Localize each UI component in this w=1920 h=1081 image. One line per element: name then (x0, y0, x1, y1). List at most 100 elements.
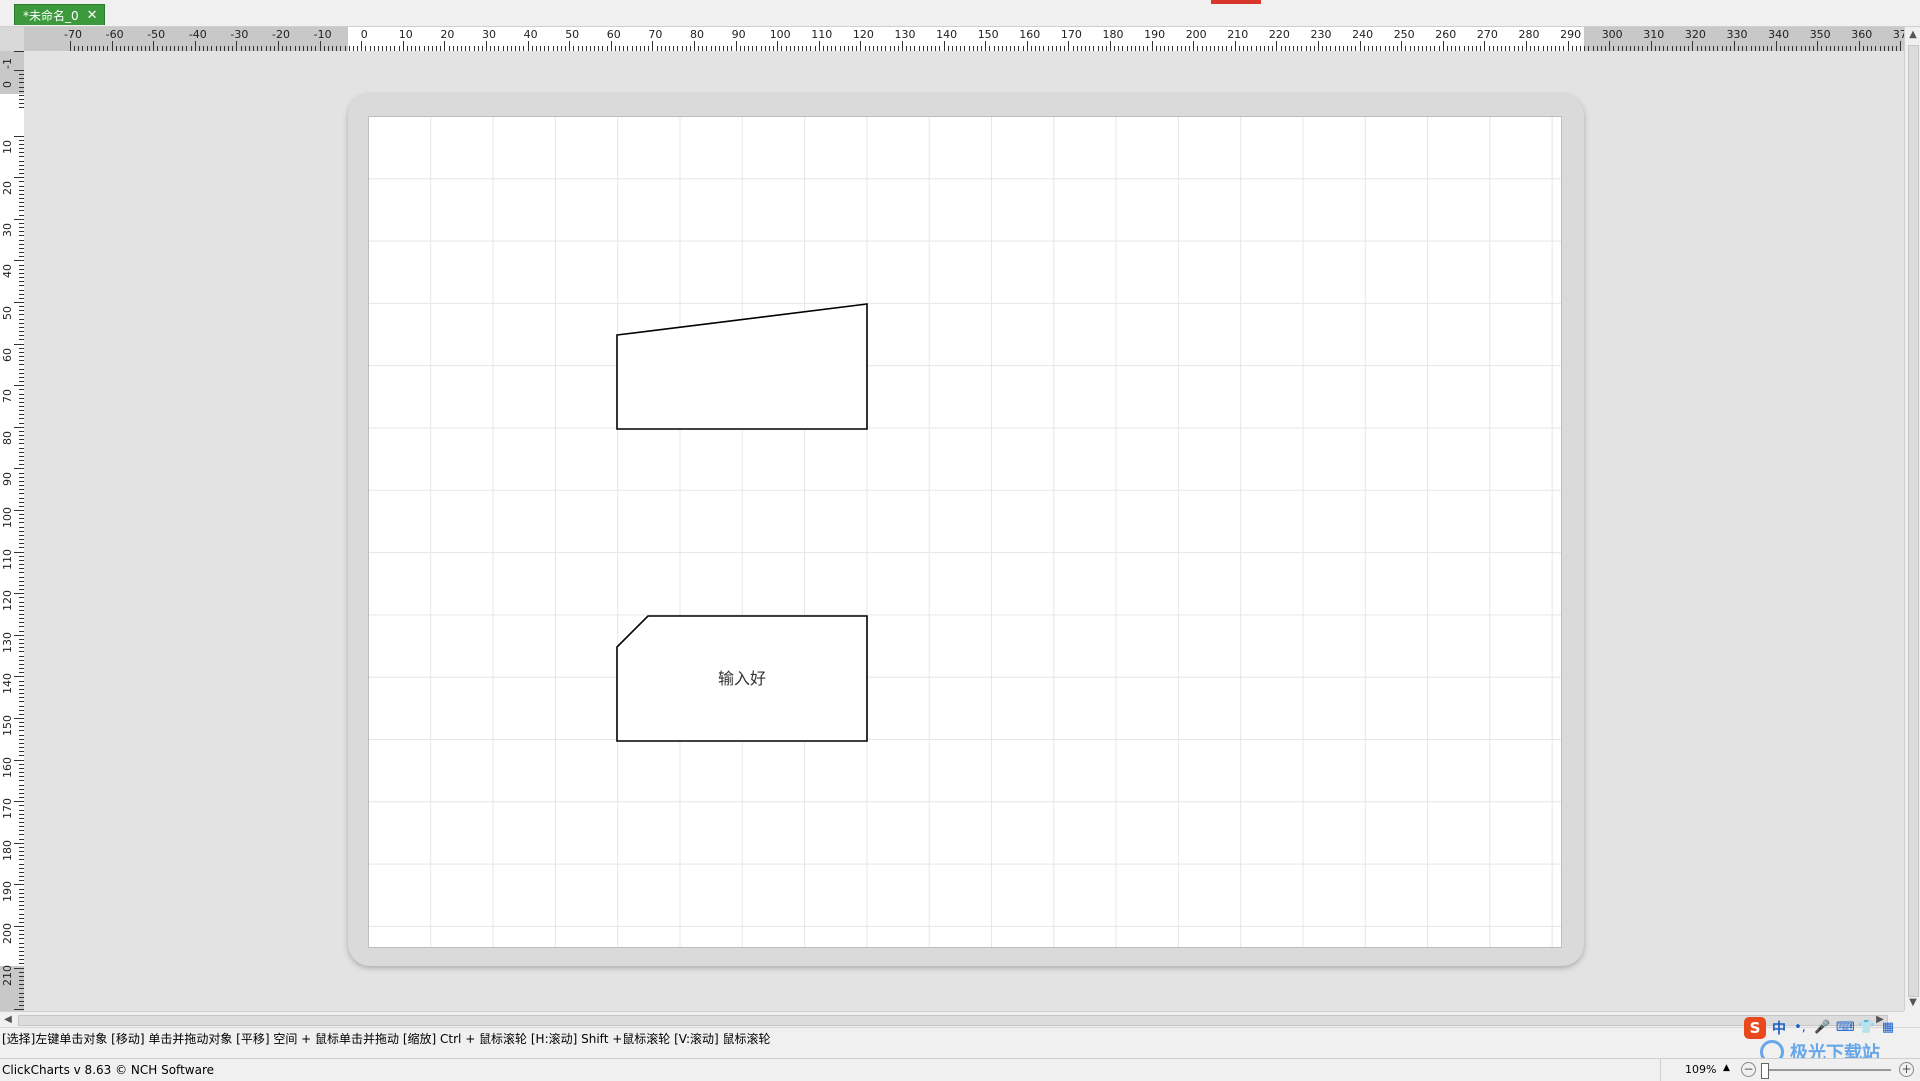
ruler-tick (777, 41, 779, 51)
ruler-tick (1817, 41, 1819, 51)
ruler-label: 100 (1, 507, 14, 528)
ruler-tick (1276, 41, 1278, 51)
ruler-label: 170 (1060, 28, 1082, 41)
scroll-down-icon[interactable]: ▼ (1905, 995, 1920, 1011)
toolbox-icon[interactable]: ▦ (1880, 1020, 1896, 1036)
ruler-tick (860, 41, 862, 51)
ruler-tick (14, 302, 24, 303)
ruler-label: 30 (1, 222, 14, 237)
ruler-tick (14, 51, 24, 52)
ruler-label: -30 (230, 28, 249, 41)
ruler-tick (1775, 41, 1777, 51)
ruler-label: 100 (769, 28, 791, 41)
ruler-label: 50 (1, 306, 14, 320)
keyboard-icon[interactable]: ⌨ (1836, 1020, 1855, 1036)
status-bar: ClickCharts v 8.63 © NCH Software 109% ▲… (0, 1058, 1920, 1081)
microphone-icon[interactable]: 🎤 (1814, 1020, 1830, 1036)
zoom-slider-thumb[interactable] (1761, 1063, 1769, 1079)
ruler-label: 60 (606, 28, 621, 41)
ime-language-toggle[interactable]: 中 (1772, 1018, 1786, 1038)
ime-logo-icon[interactable]: S (1744, 1017, 1766, 1039)
tab-document[interactable]: *未命名_0 ✕ (14, 4, 105, 25)
horizontal-scrollbar[interactable]: ◀ ▶ (0, 1011, 1904, 1028)
ruler-tick (1609, 41, 1611, 51)
ruler-label: 130 (1, 631, 14, 653)
ruler-label: 90 (731, 28, 746, 41)
skin-icon[interactable]: 👕 (1858, 1020, 1874, 1036)
ruler-label: -70 (64, 28, 82, 41)
ruler-label: 120 (1, 590, 14, 612)
ruler-label: -60 (105, 28, 124, 41)
ruler-tick (278, 41, 279, 51)
vertical-scrollbar[interactable]: ▲ ▼ (1904, 27, 1920, 1011)
ruler-tick (1692, 41, 1694, 51)
ruler-tick (486, 41, 487, 51)
caret-up-icon[interactable]: ▲ (1723, 1063, 1730, 1073)
ruler-label: 200 (1, 923, 14, 944)
cut-corner-card-shape[interactable]: 输入好 (616, 615, 868, 742)
shapes-layer: 输入好 (616, 303, 868, 742)
ruler-tick (1026, 41, 1028, 51)
ruler-tick (14, 218, 24, 220)
ruler-label: 170 (1, 798, 14, 820)
ruler-tick (111, 41, 113, 51)
ruler-tick (527, 41, 529, 51)
ruler-label: 230 (1310, 28, 1332, 41)
ruler-tick (14, 634, 24, 636)
scroll-up-icon[interactable]: ▲ (1905, 27, 1920, 43)
ruler-tick (14, 177, 24, 179)
ruler-label: 280 (1518, 28, 1540, 41)
ruler-label: 370 (1892, 28, 1904, 41)
ruler-tick (14, 801, 24, 803)
ruler-tick (569, 41, 571, 51)
tab-label: *未命名_0 (23, 8, 79, 23)
ruler-label: 80 (690, 28, 704, 41)
ruler-tick (1484, 41, 1486, 51)
ruler-tick (1442, 41, 1444, 51)
ruler-label: 0 (1, 81, 14, 88)
ruler-tick (735, 41, 737, 51)
ruler-tick (1900, 41, 1902, 51)
zoom-out-icon[interactable]: − (1741, 1062, 1756, 1077)
zoom-in-icon[interactable]: + (1899, 1062, 1914, 1077)
ruler-label: 60 (1, 347, 14, 362)
ruler-tick (943, 41, 945, 51)
scroll-left-icon[interactable]: ◀ (0, 1012, 16, 1028)
ruler-tick (1318, 41, 1319, 51)
zoom-control: 109% ▲ − + (1660, 1059, 1920, 1081)
ruler-label: 220 (1268, 28, 1290, 41)
ruler-label: 70 (1, 389, 14, 404)
hint-bar: [选择]左键单击对象 [移动] 单击并拖动对象 [平移] 空间 + 鼠标单击并拖… (0, 1027, 1920, 1050)
ruler-label: 160 (1019, 28, 1041, 41)
ruler-tick (14, 343, 24, 345)
ruler-tick (361, 41, 363, 51)
ruler-label: 290 (1560, 28, 1582, 41)
zoom-level[interactable]: 109% (1685, 1063, 1716, 1076)
manual-input-shape[interactable] (616, 303, 868, 430)
ruler-tick (14, 426, 24, 428)
zoom-slider[interactable] (1761, 1063, 1891, 1079)
ruler-tick (1151, 41, 1153, 51)
scroll-thumb[interactable] (1908, 45, 1919, 997)
ruler-tick (14, 759, 24, 761)
ruler-tick (14, 926, 24, 927)
ruler-tick (1567, 41, 1569, 51)
ruler-tick (818, 41, 820, 51)
ruler-label: 300 (1601, 28, 1623, 41)
close-icon[interactable]: ✕ (87, 9, 98, 22)
page-canvas[interactable]: 输入好 (368, 116, 1562, 948)
ruler-label: 130 (894, 28, 916, 41)
ruler-tick (985, 41, 987, 51)
ruler-label: 110 (1, 548, 14, 570)
ruler-tick (14, 551, 24, 553)
scroll-thumb[interactable] (18, 1015, 1888, 1026)
canvas-area[interactable]: 输入好 (24, 51, 1904, 1011)
ruler-tick (14, 593, 24, 595)
tab-bar: *未命名_0 ✕ (0, 0, 1920, 27)
ruler-label: 350 (1809, 28, 1831, 41)
ruler-label: -40 (188, 28, 207, 41)
ruler-label: 40 (1, 264, 14, 279)
ruler-label: -20 (272, 28, 290, 41)
punctuation-icon[interactable]: •, (1792, 1020, 1808, 1036)
ruler-label: 330 (1726, 28, 1748, 41)
